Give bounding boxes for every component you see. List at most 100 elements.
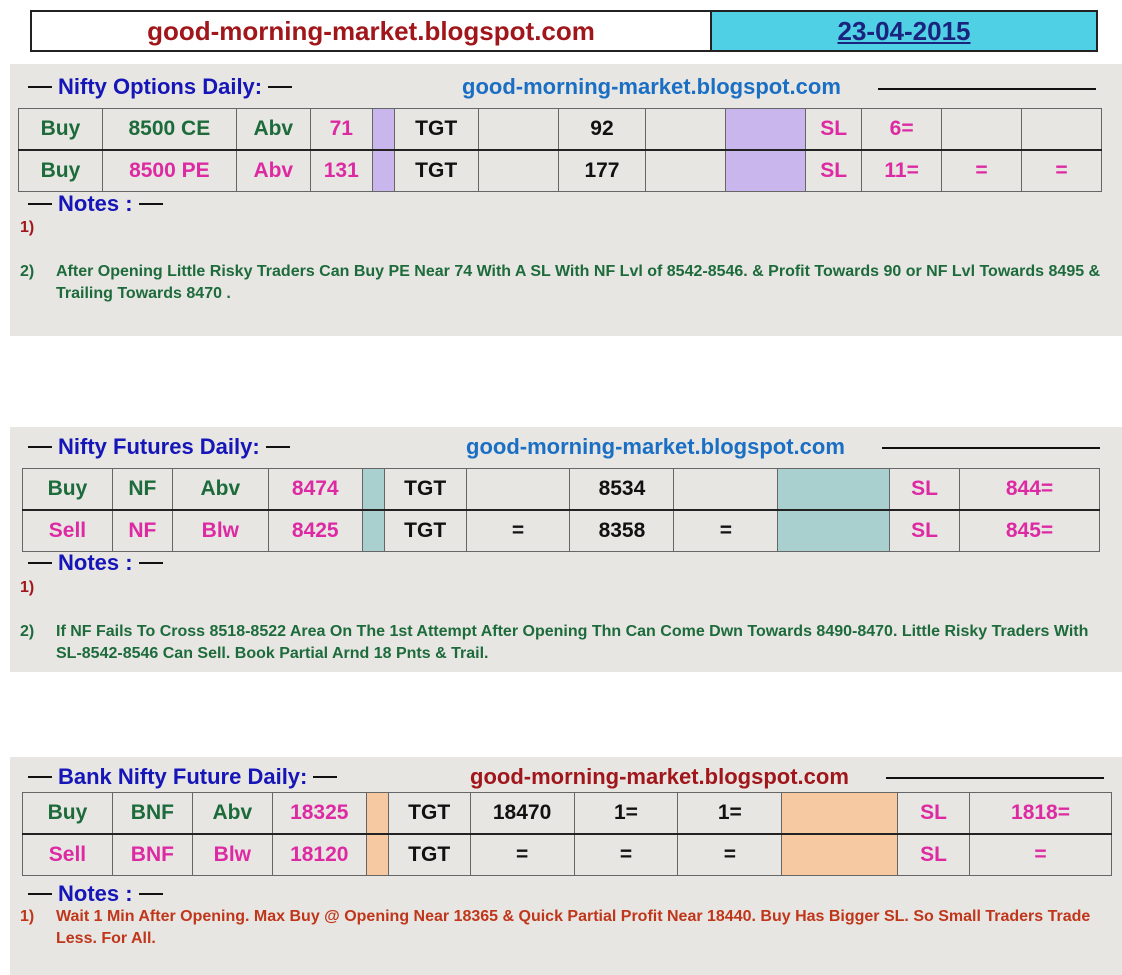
options-note-2-number: 2) (20, 263, 35, 280)
bank-note-1: 1) Wait 1 Min After Opening. Max Buy @ O… (20, 906, 1105, 950)
bank-notes-label: Notes : (58, 881, 133, 906)
futures-sl-label: SL (889, 509, 961, 552)
options-condition: Abv (235, 149, 311, 192)
futures-table: Buy NF Abv 8474 TGT 8534 SL 844= Sell NF… (22, 468, 1100, 552)
futures-note-1-number: 1) (20, 579, 35, 596)
options-sl-value: 11= (861, 149, 943, 192)
futures-tgt-label: TGT (383, 468, 467, 511)
options-action: Buy (18, 108, 103, 151)
bank-note-1-text: Wait 1 Min After Opening. Max Buy @ Open… (56, 908, 1091, 947)
options-spacer (371, 108, 395, 151)
options-tgt-label: TGT (393, 149, 479, 192)
options-site-link[interactable]: good-morning-market.blogspot.com (462, 74, 841, 100)
bank-sl-label: SL (897, 792, 971, 835)
futures-symbol: NF (111, 509, 173, 552)
header-date[interactable]: 23-04-2015 (712, 12, 1096, 50)
options-strike: 8500 PE (101, 149, 237, 192)
bank-tgt3: 1= (677, 792, 783, 835)
options-action: Buy (18, 149, 103, 192)
options-entry: 131 (309, 149, 373, 192)
futures-entry: 8474 (267, 468, 363, 511)
options-tgt2: 92 (557, 108, 647, 151)
futures-entry: 8425 (267, 509, 363, 552)
options-row-ce: Buy 8500 CE Abv 71 TGT 92 SL 6= (18, 108, 1102, 151)
options-tgt2: 177 (557, 149, 647, 192)
futures-tgt2: 8534 (569, 468, 675, 511)
options-tgt-label: TGT (393, 108, 479, 151)
options-extra2: = (1021, 149, 1102, 192)
options-sl-label: SL (805, 149, 863, 192)
futures-tgt1: = (465, 509, 571, 552)
options-entry: 71 (309, 108, 373, 151)
futures-note-2: 2) If NF Fails To Cross 8518-8522 Area O… (20, 621, 1100, 665)
options-tgt3 (645, 149, 727, 192)
bank-note-1-number: 1) (20, 908, 35, 925)
futures-tgt1 (465, 468, 571, 511)
options-tgt3 (645, 108, 727, 151)
futures-note-2-text: If NF Fails To Cross 8518-8522 Area On T… (56, 623, 1089, 662)
bank-tgt1: 18470 (469, 792, 575, 835)
bank-spacer2 (781, 792, 899, 835)
bank-sl-value: = (969, 833, 1112, 876)
futures-tgt3: = (673, 509, 779, 552)
bank-action: Buy (22, 792, 113, 835)
options-tgt1 (477, 149, 559, 192)
options-spacer2 (725, 108, 807, 151)
options-notes-label: Notes : (58, 191, 133, 216)
futures-action: Buy (22, 468, 113, 511)
futures-spacer2 (777, 509, 891, 552)
futures-note-1: 1) (20, 577, 34, 599)
futures-tgt-label: TGT (383, 509, 467, 552)
options-extra2 (1021, 108, 1102, 151)
bank-spacer (365, 792, 389, 835)
header-bar: good-morning-market.blogspot.com 23-04-2… (30, 10, 1098, 52)
options-note-2: 2) After Opening Little Risky Traders Ca… (20, 261, 1105, 305)
bank-tgt3: = (677, 833, 783, 876)
bank-action: Sell (22, 833, 113, 876)
bank-condition: Blw (191, 833, 273, 876)
bank-tgt2: = (573, 833, 679, 876)
bank-tgt1: = (469, 833, 575, 876)
bank-tgt-label: TGT (387, 833, 471, 876)
futures-row-sell: Sell NF Blw 8425 TGT = 8358 = SL 845= (22, 509, 1100, 552)
options-note-1: 1) (20, 217, 34, 239)
options-tgt1 (477, 108, 559, 151)
futures-notes-label: Notes : (58, 550, 133, 575)
bank-condition: Abv (191, 792, 273, 835)
futures-action: Sell (22, 509, 113, 552)
bank-symbol: BNF (111, 833, 193, 876)
futures-sl-value: 845= (959, 509, 1100, 552)
options-spacer2 (725, 149, 807, 192)
options-spacer (371, 149, 395, 192)
futures-title-text: Nifty Futures Daily: (58, 434, 260, 459)
options-notes-heading: Notes : (22, 191, 169, 217)
bank-sl-value: 1818= (969, 792, 1112, 835)
bank-section-title: Bank Nifty Future Daily: (22, 764, 343, 790)
futures-spacer (361, 509, 385, 552)
futures-site-link[interactable]: good-morning-market.blogspot.com (466, 434, 845, 460)
options-table: Buy 8500 CE Abv 71 TGT 92 SL 6= Buy 8500… (18, 108, 1102, 192)
futures-spacer (361, 468, 385, 511)
futures-row-buy: Buy NF Abv 8474 TGT 8534 SL 844= (22, 468, 1100, 511)
futures-title-rule (882, 447, 1100, 449)
bank-notes-heading: Notes : (22, 881, 169, 907)
futures-spacer2 (777, 468, 891, 511)
options-title-text: Nifty Options Daily: (58, 74, 263, 99)
bank-title-text: Bank Nifty Future Daily: (58, 764, 308, 789)
bank-site-link[interactable]: good-morning-market.blogspot.com (470, 764, 849, 790)
futures-symbol: NF (111, 468, 173, 511)
bank-symbol: BNF (111, 792, 193, 835)
options-note-2-text: After Opening Little Risky Traders Can B… (56, 263, 1101, 302)
options-note-1-number: 1) (20, 219, 35, 236)
futures-tgt3 (673, 468, 779, 511)
futures-condition: Blw (171, 509, 269, 552)
bank-row-sell: Sell BNF Blw 18120 TGT = = = SL = (22, 833, 1112, 876)
bank-row-buy: Buy BNF Abv 18325 TGT 18470 1= 1= SL 181… (22, 792, 1112, 835)
options-row-pe: Buy 8500 PE Abv 131 TGT 177 SL 11= = = (18, 149, 1102, 192)
header-site-title[interactable]: good-morning-market.blogspot.com (32, 12, 712, 50)
bank-tgt2: 1= (573, 792, 679, 835)
futures-tgt2: 8358 (569, 509, 675, 552)
options-strike: 8500 CE (101, 108, 237, 151)
options-extra1: = (941, 149, 1023, 192)
bank-title-rule (886, 777, 1104, 779)
